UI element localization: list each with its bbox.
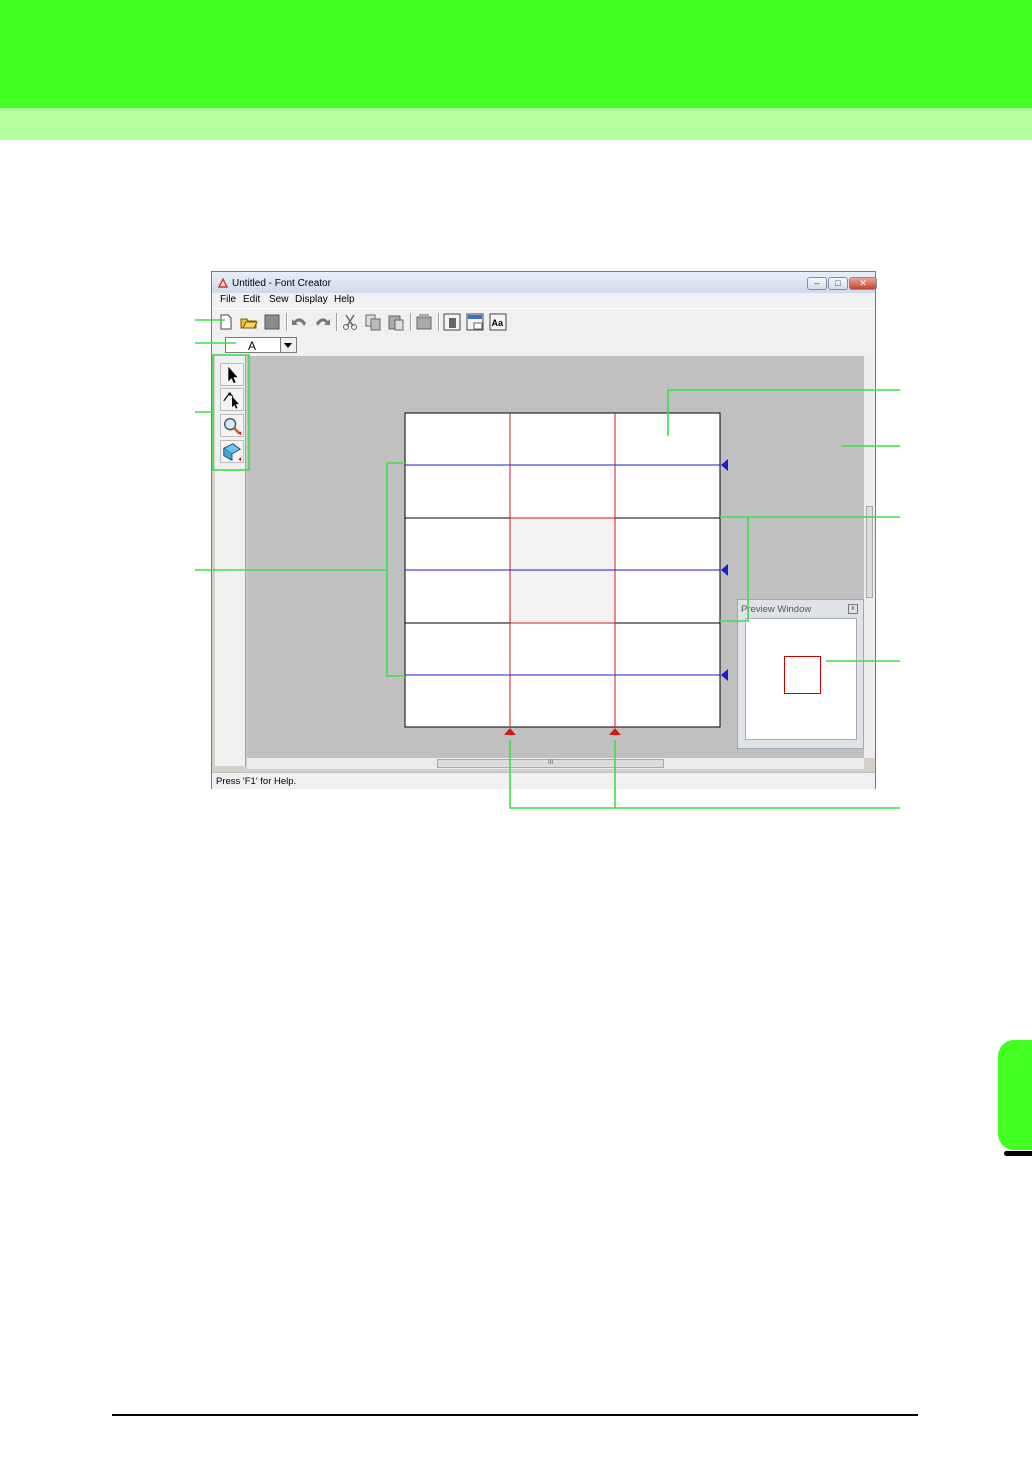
callout-toolbox-frame — [212, 354, 250, 471]
guide-handle-icon[interactable] — [721, 459, 728, 471]
callout-bracket — [386, 462, 405, 677]
guide-handle-icon[interactable] — [504, 728, 516, 735]
grid-and-callouts — [195, 319, 900, 809]
callout-line — [509, 740, 900, 809]
guide-handle-icon[interactable] — [721, 669, 728, 681]
guide-handle-icon[interactable] — [609, 728, 621, 735]
guide-handle-icon[interactable] — [721, 564, 728, 576]
